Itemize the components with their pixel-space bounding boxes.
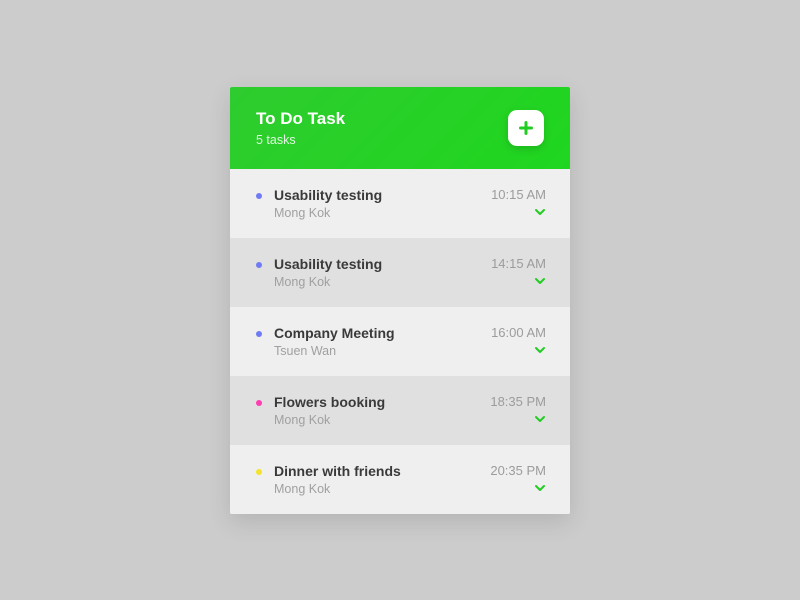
task-bullet: [256, 262, 262, 268]
expand-task-button[interactable]: [534, 415, 546, 423]
task-row[interactable]: Usability testing Mong Kok 14:15 AM: [230, 238, 570, 307]
task-title: Usability testing: [274, 256, 479, 272]
add-task-button[interactable]: [508, 110, 544, 146]
chevron-down-icon: [534, 208, 546, 216]
task-title: Flowers booking: [274, 394, 478, 410]
todo-card: To Do Task 5 tasks Usability testing Mon…: [230, 87, 570, 514]
header-text-group: To Do Task 5 tasks: [256, 109, 345, 147]
task-time: 18:35 PM: [490, 394, 546, 409]
expand-task-button[interactable]: [534, 346, 546, 354]
header-title: To Do Task: [256, 109, 345, 129]
task-row[interactable]: Usability testing Mong Kok 10:15 AM: [230, 169, 570, 238]
task-time: 16:00 AM: [491, 325, 546, 340]
card-header: To Do Task 5 tasks: [230, 87, 570, 169]
task-bullet: [256, 331, 262, 337]
header-task-count: 5 tasks: [256, 133, 345, 147]
task-location: Mong Kok: [274, 275, 479, 289]
task-title: Company Meeting: [274, 325, 479, 341]
chevron-down-icon: [534, 277, 546, 285]
chevron-down-icon: [534, 415, 546, 423]
chevron-down-icon: [534, 346, 546, 354]
chevron-down-icon: [534, 484, 546, 492]
task-time: 14:15 AM: [491, 256, 546, 271]
plus-icon: [518, 120, 534, 136]
expand-task-button[interactable]: [534, 484, 546, 492]
task-location: Mong Kok: [274, 206, 479, 220]
task-bullet: [256, 400, 262, 406]
task-location: Mong Kok: [274, 413, 478, 427]
task-time: 20:35 PM: [490, 463, 546, 478]
task-list: Usability testing Mong Kok 10:15 AM Usab…: [230, 169, 570, 514]
task-location: Tsuen Wan: [274, 344, 479, 358]
task-bullet: [256, 193, 262, 199]
expand-task-button[interactable]: [534, 277, 546, 285]
expand-task-button[interactable]: [534, 208, 546, 216]
task-row[interactable]: Dinner with friends Mong Kok 20:35 PM: [230, 445, 570, 514]
task-time: 10:15 AM: [491, 187, 546, 202]
task-title: Usability testing: [274, 187, 479, 203]
task-bullet: [256, 469, 262, 475]
task-location: Mong Kok: [274, 482, 478, 496]
task-row[interactable]: Company Meeting Tsuen Wan 16:00 AM: [230, 307, 570, 376]
task-row[interactable]: Flowers booking Mong Kok 18:35 PM: [230, 376, 570, 445]
task-title: Dinner with friends: [274, 463, 478, 479]
